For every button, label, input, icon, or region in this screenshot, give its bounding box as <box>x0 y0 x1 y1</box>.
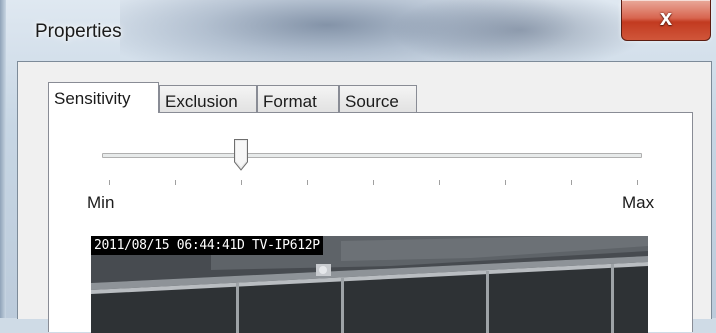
window-title: Properties <box>35 21 122 42</box>
slider-tick <box>505 180 506 185</box>
sensitivity-slider-track[interactable] <box>102 153 642 158</box>
window-left-edge <box>0 0 6 318</box>
slider-tick <box>307 180 308 185</box>
slider-tick <box>241 180 242 185</box>
sensitivity-slider-thumb[interactable] <box>233 138 249 172</box>
camera-timestamp-overlay: 2011/08/15 06:44:41D TV-IP612P <box>91 236 323 255</box>
tab-label: Format <box>263 92 317 111</box>
slider-tick <box>373 180 374 185</box>
dialog-client-area: Sensitivity Exclusion Format Source Min <box>17 61 712 333</box>
frame-background-glow-right <box>390 0 650 70</box>
tab-label: Sensitivity <box>54 89 131 108</box>
tab-label: Exclusion <box>165 92 238 111</box>
tab-format[interactable]: Format <box>257 85 339 112</box>
tab-label: Source <box>345 92 399 111</box>
camera-preview: 2011/08/15 06:44:41D TV-IP612P <box>91 236 648 333</box>
tab-sensitivity[interactable]: Sensitivity <box>48 82 159 113</box>
max-label: Max <box>622 193 655 212</box>
window-frame: Properties x Sensitivity Exclusion Forma… <box>0 0 716 333</box>
tab-exclusion[interactable]: Exclusion <box>159 85 257 112</box>
min-label: Min <box>87 193 115 212</box>
sensitivity-tab-page: Min Max 2011/08/15 06:44:41D TV-IP612P <box>48 112 693 333</box>
slider-tick <box>439 180 440 185</box>
slider-tick <box>637 180 638 185</box>
slider-tick <box>571 180 572 185</box>
close-icon: x <box>659 5 673 30</box>
tab-source[interactable]: Source <box>339 85 417 112</box>
slider-tick <box>175 180 176 185</box>
close-button[interactable]: x <box>621 0 711 41</box>
slider-tick <box>109 180 110 185</box>
